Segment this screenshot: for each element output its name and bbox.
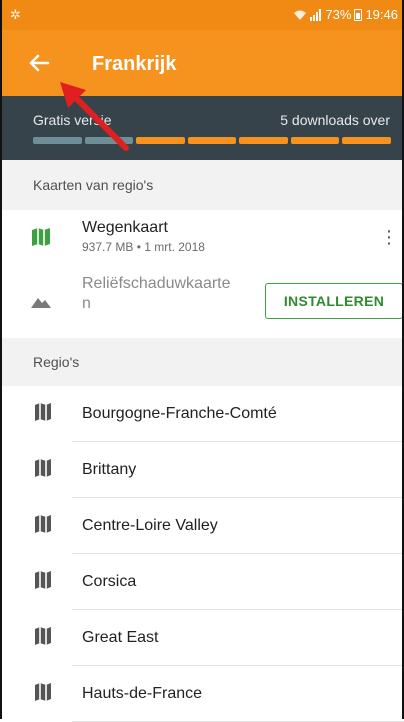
map-outline-icon <box>35 571 51 589</box>
download-quota-progress <box>33 137 392 144</box>
regions-section-title: Regio's <box>33 354 80 370</box>
downloads-remaining-label: 5 downloads over <box>280 112 390 128</box>
clock: 19:46 <box>365 7 398 22</box>
map-outline-icon <box>35 403 51 421</box>
region-list-item[interactable]: Corsica <box>0 554 404 610</box>
map-item-roadmap[interactable]: Wegenkaart 937.7 MB • 1 mrt. 2018 ⋮ <box>0 210 404 266</box>
region-list: Bourgogne-Franche-Comté Brittany Centre-Lo… <box>0 386 404 722</box>
map-icon <box>32 228 50 246</box>
map-outline-icon <box>35 627 51 645</box>
page-title: Frankrijk <box>92 53 177 75</box>
more-options-icon[interactable]: ⋮ <box>380 226 398 248</box>
region-label: Brittany <box>82 461 137 478</box>
map-item-name: Wegenkaart <box>82 219 168 236</box>
regions-section-header: Regio's <box>0 338 404 386</box>
wifi-icon <box>294 10 307 20</box>
mountain-icon <box>31 298 51 308</box>
status-bar: ✲ 73% 19:46 <box>0 0 404 30</box>
status-bar-right: 73% 19:46 <box>293 7 398 22</box>
version-label: Gratis versie <box>33 112 112 128</box>
back-button[interactable] <box>24 48 54 78</box>
notification-icon: ✲ <box>10 7 21 22</box>
map-outline-icon <box>35 515 51 533</box>
maps-section-header: Kaarten van regio's <box>0 160 404 210</box>
region-label: Great East <box>82 629 159 646</box>
region-list-item[interactable]: Brittany <box>0 442 404 498</box>
map-outline-icon <box>35 459 51 477</box>
quota-segment-remaining <box>239 137 288 144</box>
download-quota-banner: Gratis versie 5 downloads over <box>0 96 404 160</box>
map-item-details: 937.7 MB • 1 mrt. 2018 <box>82 240 205 254</box>
quota-segment-remaining <box>290 137 340 144</box>
region-list-item[interactable]: Hauts-de-France <box>0 666 404 722</box>
app-bar: Frankrijk <box>0 30 404 96</box>
quota-segment-remaining <box>342 137 392 144</box>
arrow-left-icon <box>29 54 50 72</box>
quota-segment-used <box>84 137 134 144</box>
map-outline-icon <box>35 683 51 701</box>
region-label: Centre-Loire Valley <box>82 517 218 534</box>
signal-icon <box>310 8 322 21</box>
maps-section-title: Kaarten van regio's <box>33 177 154 193</box>
battery-percent: 73% <box>325 7 352 22</box>
region-label: Hauts-de-France <box>82 685 203 702</box>
region-list-item[interactable]: Great East <box>0 610 404 666</box>
region-label: Corsica <box>82 573 137 590</box>
install-button[interactable]: INSTALLEREN <box>265 283 403 319</box>
region-label: Bourgogne-Franche-Comté <box>82 405 277 422</box>
battery-icon <box>354 8 363 21</box>
quota-segment-remaining <box>187 137 237 144</box>
map-item-name: Reliëfschaduwkaarte n <box>82 275 231 312</box>
region-list-item[interactable]: Centre-Loire Valley <box>0 498 404 554</box>
quota-segment-remaining <box>136 137 185 144</box>
quota-segment-used <box>33 137 82 144</box>
region-list-item[interactable]: Bourgogne-Franche-Comté <box>0 386 404 442</box>
